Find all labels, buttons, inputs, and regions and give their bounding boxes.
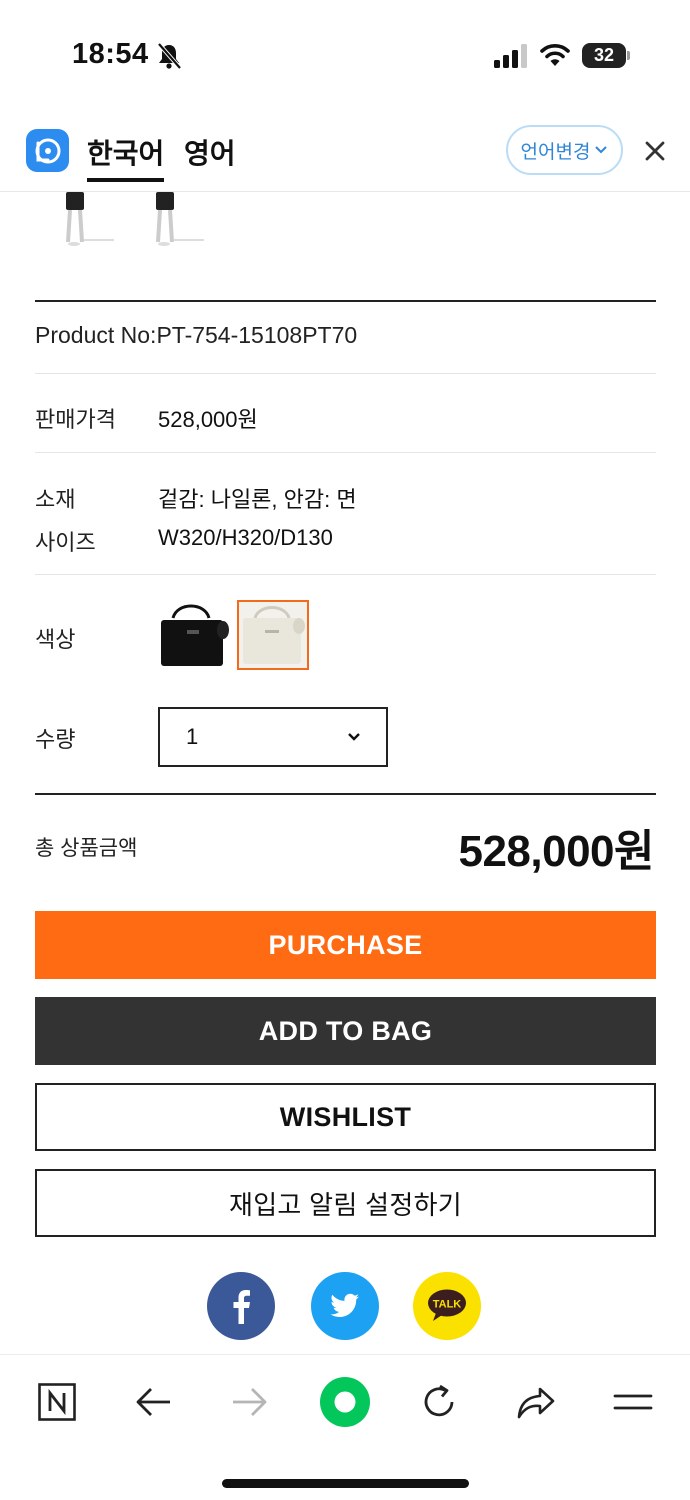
arrow-right-icon — [233, 1388, 267, 1416]
chevron-down-icon — [348, 733, 360, 741]
divider — [35, 373, 656, 374]
status-time: 18:54 — [72, 38, 149, 70]
divider — [35, 793, 656, 795]
language-change-button[interactable]: 언어변경 — [506, 125, 623, 175]
product-thumbnails[interactable] — [60, 192, 240, 254]
refresh-icon — [424, 1384, 454, 1417]
home-indicator — [222, 1479, 469, 1488]
color-label: 색상 — [35, 627, 76, 652]
facebook-icon — [233, 1290, 250, 1324]
price-label: 판매가격 — [35, 407, 116, 432]
total-value: 528,000원 — [458, 827, 654, 876]
material-label: 소재 — [35, 487, 76, 512]
quantity-select[interactable]: 1 — [158, 707, 388, 767]
tab-english[interactable]: 영어 — [184, 132, 236, 182]
translate-bar: 한국어 영어 언어변경 — [0, 110, 690, 192]
purchase-button[interactable]: PURCHASE — [35, 911, 656, 979]
green-dot-button[interactable] — [320, 1377, 370, 1427]
total-label: 총 상품금액 — [35, 837, 138, 860]
status-bar: 18:54 32 — [0, 0, 690, 110]
restock-alert-button[interactable]: 재입고 알림 설정하기 — [35, 1169, 656, 1237]
material-value: 겉감: 나일론, 안감: 면 — [158, 487, 357, 512]
browser-toolbar — [0, 1354, 690, 1500]
close-icon[interactable] — [642, 138, 668, 164]
signal-icon — [494, 44, 527, 68]
size-value: W320/H320/D130 — [158, 525, 333, 550]
chevron-down-icon — [595, 146, 608, 154]
facebook-share-button[interactable] — [207, 1272, 275, 1340]
kakaotalk-icon: TALK — [428, 1289, 466, 1321]
divider — [35, 300, 656, 302]
wifi-icon — [540, 44, 570, 66]
share-button[interactable] — [511, 1377, 561, 1427]
back-button[interactable] — [129, 1377, 179, 1427]
twitter-share-button[interactable] — [311, 1272, 379, 1340]
kakaotalk-label: TALK — [433, 1299, 462, 1311]
kakaotalk-share-button[interactable]: TALK — [413, 1272, 481, 1340]
battery-tip — [627, 51, 630, 60]
color-option-ivory[interactable] — [237, 600, 309, 670]
price-value: 528,000원 — [158, 407, 258, 432]
arrow-left-icon — [136, 1388, 170, 1416]
color-option-black[interactable] — [157, 600, 229, 670]
share-arrow-icon — [517, 1387, 555, 1419]
papago-logo-icon — [26, 129, 69, 172]
quantity-label: 수량 — [35, 727, 76, 752]
quantity-value: 1 — [186, 724, 199, 749]
size-label: 사이즈 — [35, 530, 96, 555]
naver-home-button[interactable] — [32, 1377, 82, 1427]
green-dot-icon — [320, 1377, 370, 1427]
language-change-label: 언어변경 — [520, 141, 591, 163]
tab-korean[interactable]: 한국어 — [87, 132, 165, 182]
naver-n-icon — [38, 1383, 76, 1421]
twitter-icon — [330, 1293, 359, 1317]
product-number: Product No:PT-754-15108PT70 — [35, 322, 358, 348]
hamburger-menu-icon — [613, 1394, 653, 1410]
divider — [35, 452, 656, 453]
menu-button[interactable] — [608, 1377, 658, 1427]
forward-button[interactable] — [224, 1377, 274, 1427]
bell-off-icon — [157, 42, 182, 70]
divider — [35, 574, 656, 575]
battery-level: 32 — [582, 43, 626, 68]
add-to-bag-button[interactable]: ADD TO BAG — [35, 997, 656, 1065]
battery-indicator: 32 — [582, 43, 630, 68]
refresh-button[interactable] — [415, 1377, 465, 1427]
wishlist-button[interactable]: WISHLIST — [35, 1083, 656, 1151]
